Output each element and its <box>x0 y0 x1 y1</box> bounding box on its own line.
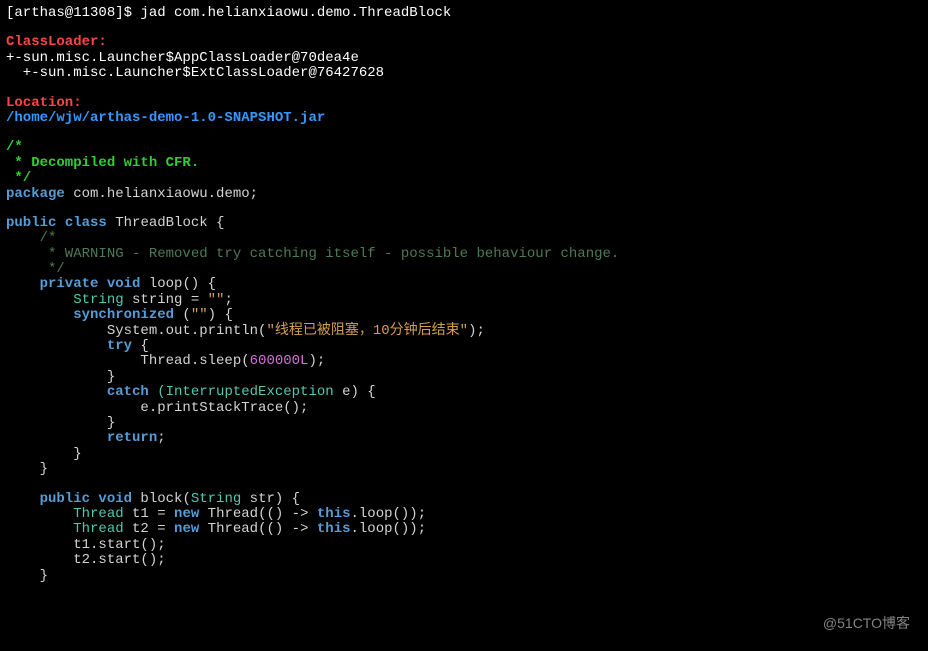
t2-start: t2.start(); <box>6 553 922 568</box>
package-line: package com.helianxiaowu.demo; <box>6 187 922 202</box>
comment-line: */ <box>6 171 922 186</box>
try-line: try { <box>6 339 922 354</box>
comment-line: */ <box>6 262 922 277</box>
catch-line: catch (InterruptedException e) { <box>6 385 922 400</box>
thread-t2-decl: Thread t2 = new Thread(() -> this.loop()… <box>6 522 922 537</box>
classloader-header: ClassLoader: <box>6 35 922 50</box>
close-brace: } <box>6 447 922 462</box>
watermark-text: @51CTO博客 <box>823 616 910 631</box>
println-line: System.out.println("线程已被阻塞，10分钟后结束"); <box>6 324 922 339</box>
comment-line: * Decompiled with CFR. <box>6 156 922 171</box>
close-brace: } <box>6 462 922 477</box>
class-decl: public class ThreadBlock { <box>6 216 922 231</box>
classloader-line1: +-sun.misc.Launcher$AppClassLoader@70dea… <box>6 51 922 66</box>
location-header: Location: <box>6 96 922 111</box>
location-path: /home/wjw/arthas-demo-1.0-SNAPSHOT.jar <box>6 111 922 126</box>
synchronized-line: synchronized ("") { <box>6 308 922 323</box>
sleep-line: Thread.sleep(600000L); <box>6 354 922 369</box>
close-brace: } <box>6 416 922 431</box>
command-text: jad com.helianxiaowu.demo.ThreadBlock <box>140 5 451 21</box>
blank-line <box>6 82 922 96</box>
prompt-text: [arthas@11308]$ <box>6 5 140 21</box>
blank-line <box>6 202 922 216</box>
comment-line: * WARNING - Removed try catching itself … <box>6 247 922 262</box>
method-block-decl: public void block(String str) { <box>6 492 922 507</box>
blank-line <box>6 21 922 35</box>
close-brace: } <box>6 370 922 385</box>
t1-start: t1.start(); <box>6 538 922 553</box>
method-loop-decl: private void loop() { <box>6 277 922 292</box>
classloader-line2: +-sun.misc.Launcher$ExtClassLoader@76427… <box>6 66 922 81</box>
catch-body: e.printStackTrace(); <box>6 401 922 416</box>
close-brace: } <box>6 569 922 584</box>
comment-line: /* <box>6 140 922 155</box>
blank-line <box>6 478 922 492</box>
prompt-line[interactable]: [arthas@11308]$ jad com.helianxiaowu.dem… <box>6 6 922 21</box>
blank-line <box>6 126 922 140</box>
string-decl: String string = ""; <box>6 293 922 308</box>
return-line: return; <box>6 431 922 446</box>
comment-line: /* <box>6 231 922 246</box>
thread-t1-decl: Thread t1 = new Thread(() -> this.loop()… <box>6 507 922 522</box>
